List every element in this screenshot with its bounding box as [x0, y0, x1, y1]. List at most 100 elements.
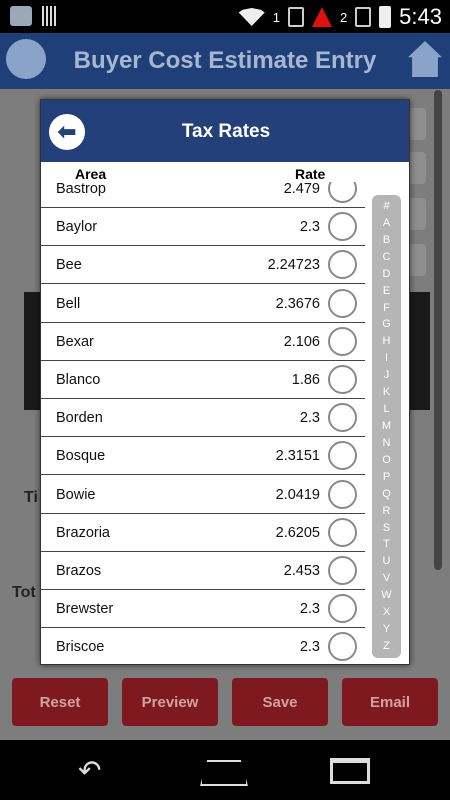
clock: 5:43: [399, 4, 442, 29]
radio-button[interactable]: [328, 632, 357, 662]
index-letter[interactable]: O: [382, 454, 391, 466]
index-letter[interactable]: K: [383, 387, 390, 398]
radio-button[interactable]: [328, 326, 357, 356]
index-letter[interactable]: B: [383, 234, 390, 246]
column-header-area: Area: [75, 166, 107, 182]
index-letter[interactable]: S: [383, 522, 390, 534]
area-name: Baylor: [56, 219, 98, 236]
sim2-label: 2: [339, 9, 348, 25]
list-item[interactable]: Bosque 2.3151: [41, 437, 365, 476]
radio-button[interactable]: [328, 517, 357, 547]
sim2-icon: [355, 7, 372, 27]
radio-button[interactable]: [328, 250, 357, 280]
nav-back-icon[interactable]: ↶: [78, 754, 101, 787]
alphabet-index[interactable]: # A B C D E F G H I J K L M N O P Q R S T U V W X Y Z: [372, 195, 401, 658]
preview-button[interactable]: Preview: [122, 678, 218, 726]
page-scrollbar: [434, 90, 442, 570]
sim1-icon: [287, 7, 304, 27]
list-item[interactable]: Brewster 2.3: [41, 590, 365, 629]
rate-value: 2.453: [283, 563, 320, 579]
hidden-label: Tot: [12, 584, 36, 601]
index-letter[interactable]: C: [383, 251, 391, 263]
index-letter[interactable]: E: [383, 285, 390, 297]
list-item[interactable]: Borden 2.3: [41, 399, 365, 438]
index-letter[interactable]: T: [383, 539, 390, 550]
app-header: Buyer Cost Estimate Entry: [0, 33, 450, 89]
radio-button[interactable]: [328, 182, 357, 203]
nav-home-icon[interactable]: [200, 760, 248, 786]
list-item[interactable]: Bastrop 2.479: [41, 182, 365, 208]
index-letter[interactable]: Y: [383, 624, 390, 635]
index-letter[interactable]: V: [383, 573, 390, 584]
rate-value: 2.24723: [267, 257, 320, 274]
index-letter[interactable]: R: [383, 505, 391, 517]
list-item[interactable]: Blanco 1.86: [41, 361, 365, 399]
index-letter[interactable]: N: [383, 437, 391, 449]
rate-value: 2.106: [283, 333, 320, 350]
area-name: Briscoe: [56, 639, 105, 656]
rate-value: 2.3: [299, 219, 320, 236]
save-button[interactable]: Save: [232, 678, 328, 726]
list-item[interactable]: Brazoria 2.6205: [41, 514, 365, 552]
area-name: Borden: [56, 410, 103, 427]
rate-value: 2.479: [283, 182, 320, 197]
index-letter[interactable]: W: [381, 590, 391, 601]
rate-value: 2.3: [299, 410, 320, 427]
list-item[interactable]: Baylor 2.3: [41, 208, 365, 247]
nav-recents-icon[interactable]: [330, 758, 370, 784]
radio-button[interactable]: [328, 479, 357, 509]
index-letter[interactable]: M: [382, 420, 391, 432]
email-button[interactable]: Email: [342, 678, 438, 726]
area-name: Bell: [56, 295, 81, 312]
area-name: Bowie: [56, 486, 96, 503]
list-item[interactable]: Bowie 2.0419: [41, 476, 365, 514]
index-letter[interactable]: A: [383, 217, 390, 229]
index-letter[interactable]: U: [383, 556, 391, 567]
dialog-title: Tax Rates: [181, 121, 271, 142]
radio-button[interactable]: [328, 441, 357, 471]
index-letter[interactable]: P: [383, 471, 390, 483]
index-letter[interactable]: L: [383, 404, 389, 415]
radio-button[interactable]: [328, 594, 357, 624]
rate-value: 2.3151: [275, 448, 320, 465]
list-item[interactable]: Bell 2.3676: [41, 285, 365, 323]
rate-value: 2.0419: [275, 486, 320, 503]
rate-value: 2.3: [299, 601, 320, 618]
area-name: Bee: [56, 257, 82, 274]
area-name: Bastrop: [56, 182, 106, 197]
index-letter[interactable]: H: [383, 336, 391, 347]
hidden-label: Ti: [24, 489, 38, 506]
radio-button[interactable]: [328, 403, 357, 433]
wifi-icon: [238, 8, 265, 26]
rate-value: 2.3676: [275, 295, 320, 312]
area-name: Brazos: [56, 563, 102, 579]
battery-icon: [379, 6, 392, 28]
radio-button[interactable]: [328, 212, 357, 242]
tax-rate-list[interactable]: Bastrop 2.479 Baylor 2.3 Bee 2.24723 Bell 2.367…: [41, 182, 409, 664]
index-letter[interactable]: Z: [383, 640, 390, 652]
index-letter[interactable]: #: [383, 201, 389, 212]
index-letter[interactable]: Q: [382, 488, 391, 500]
radio-button[interactable]: [328, 288, 357, 318]
notification-app-icon: [10, 6, 32, 26]
list-item[interactable]: Bexar 2.106: [41, 323, 365, 361]
action-buttons: Reset Preview Save Email: [12, 678, 438, 726]
index-letter[interactable]: D: [383, 268, 391, 280]
index-letter[interactable]: I: [385, 353, 388, 364]
list-item[interactable]: Brazos 2.453: [41, 552, 365, 590]
radio-button[interactable]: [328, 556, 357, 585]
reset-button[interactable]: Reset: [12, 678, 108, 726]
index-letter[interactable]: G: [382, 319, 391, 330]
rate-value: 2.6205: [275, 524, 320, 541]
index-letter[interactable]: J: [384, 370, 390, 381]
tax-rates-dialog: ⬅ Tax Rates Area Rate Bastrop 2.479 Baylor…: [40, 99, 410, 665]
radio-button[interactable]: [328, 365, 357, 394]
rate-value: 2.3: [299, 639, 320, 656]
index-letter[interactable]: F: [383, 302, 390, 314]
list-item[interactable]: Briscoe 2.3: [41, 628, 365, 664]
area-name: Bosque: [56, 448, 106, 465]
list-item[interactable]: Bee 2.24723: [41, 246, 365, 285]
status-bar: 1 2 5:43: [0, 0, 450, 33]
index-letter[interactable]: X: [383, 607, 390, 618]
app-title: Buyer Cost Estimate Entry: [73, 47, 377, 74]
